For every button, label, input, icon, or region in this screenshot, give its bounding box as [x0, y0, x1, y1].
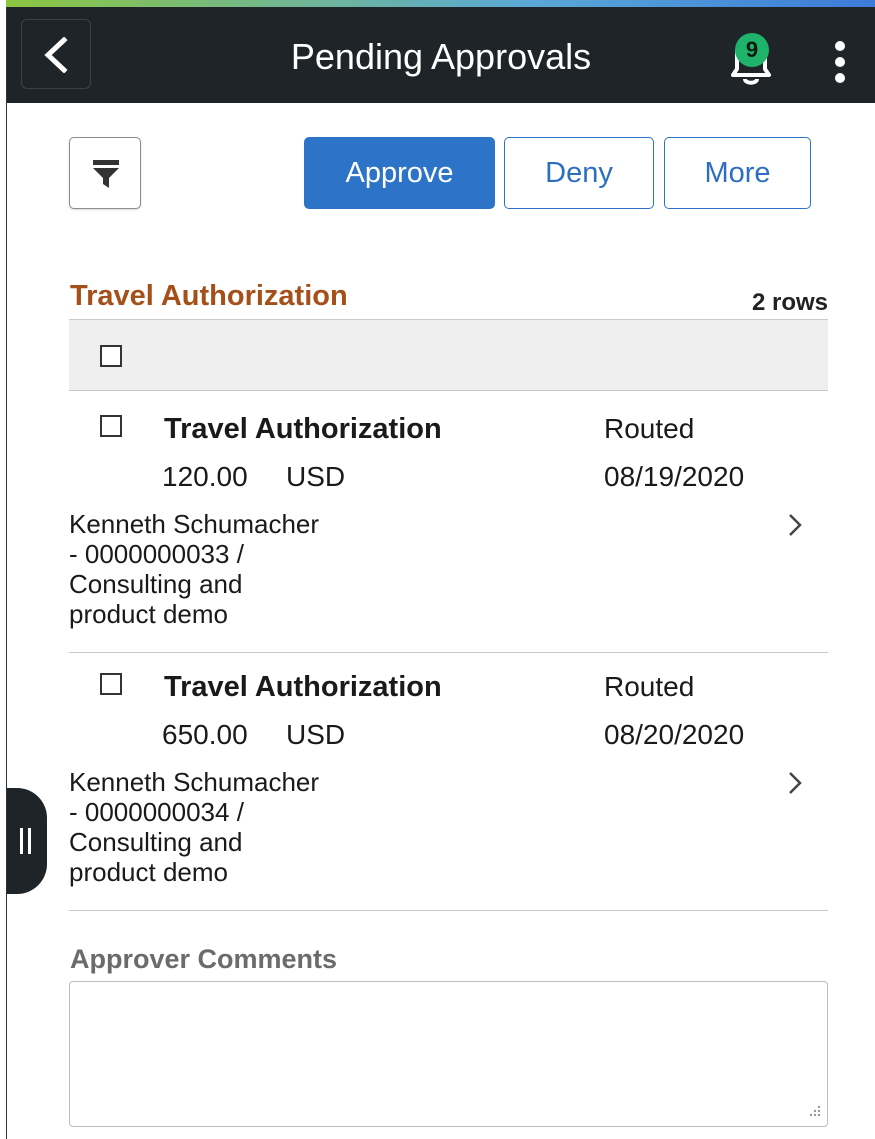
filter-button[interactable] — [69, 137, 141, 209]
item-status: Routed — [604, 413, 695, 444]
approve-button[interactable]: Approve — [304, 137, 495, 209]
comments-label: Approver Comments — [70, 944, 338, 974]
chevron-right-icon[interactable] — [787, 512, 803, 538]
item-description-line: product demo — [69, 857, 228, 887]
side-panel-handle[interactable] — [7, 788, 47, 894]
item-description-line: Kenneth Schumacher — [69, 509, 320, 539]
item-date: 08/20/2020 — [604, 719, 745, 750]
select-all-checkbox[interactable] — [100, 345, 122, 367]
item-description-line: product demo — [69, 599, 228, 629]
item-date: 08/19/2020 — [604, 461, 745, 492]
item-description-line: Consulting and — [69, 827, 243, 857]
item-description-line: Kenneth Schumacher — [69, 767, 320, 797]
item-description-line: - 0000000034 / — [69, 797, 244, 827]
filter-funnel-icon — [93, 160, 119, 188]
top-accent-strip — [6, 0, 875, 7]
handle-grip-bar — [28, 828, 31, 854]
item-currency: USD — [286, 719, 346, 750]
app-header: Pending Approvals 9 — [7, 7, 875, 103]
more-button[interactable]: More — [664, 137, 811, 209]
chevron-right-icon[interactable] — [787, 770, 803, 796]
handle-grip-bar — [20, 828, 23, 854]
item-status: Routed — [604, 671, 695, 702]
list-item[interactable]: Travel Authorization Routed 120.00 USD 0… — [69, 395, 828, 653]
row-checkbox[interactable] — [100, 415, 122, 437]
item-amount: 120.00 — [162, 461, 248, 492]
section-title: Travel Authorization — [70, 280, 348, 312]
item-title: Travel Authorization — [164, 413, 442, 445]
notification-badge[interactable]: 9 — [735, 33, 769, 67]
resize-grip-icon[interactable] — [806, 1104, 822, 1120]
item-description-line: Consulting and — [69, 569, 243, 599]
item-description-line: - 0000000033 / — [69, 539, 244, 569]
page-border — [6, 0, 7, 1139]
item-amount: 650.00 — [162, 719, 248, 750]
item-description: Kenneth Schumacher - 0000000033 / Consul… — [69, 509, 389, 629]
grid-header — [69, 319, 828, 391]
row-count: 2 rows — [751, 289, 828, 316]
kebab-vertical-icon[interactable] — [835, 41, 847, 91]
item-description: Kenneth Schumacher - 0000000034 / Consul… — [69, 767, 389, 887]
list-item[interactable]: Travel Authorization Routed 650.00 USD 0… — [69, 653, 828, 911]
deny-button[interactable]: Deny — [504, 137, 654, 209]
row-checkbox[interactable] — [100, 673, 122, 695]
comments-textarea[interactable] — [69, 981, 828, 1127]
item-title: Travel Authorization — [164, 671, 442, 703]
item-currency: USD — [286, 461, 346, 492]
